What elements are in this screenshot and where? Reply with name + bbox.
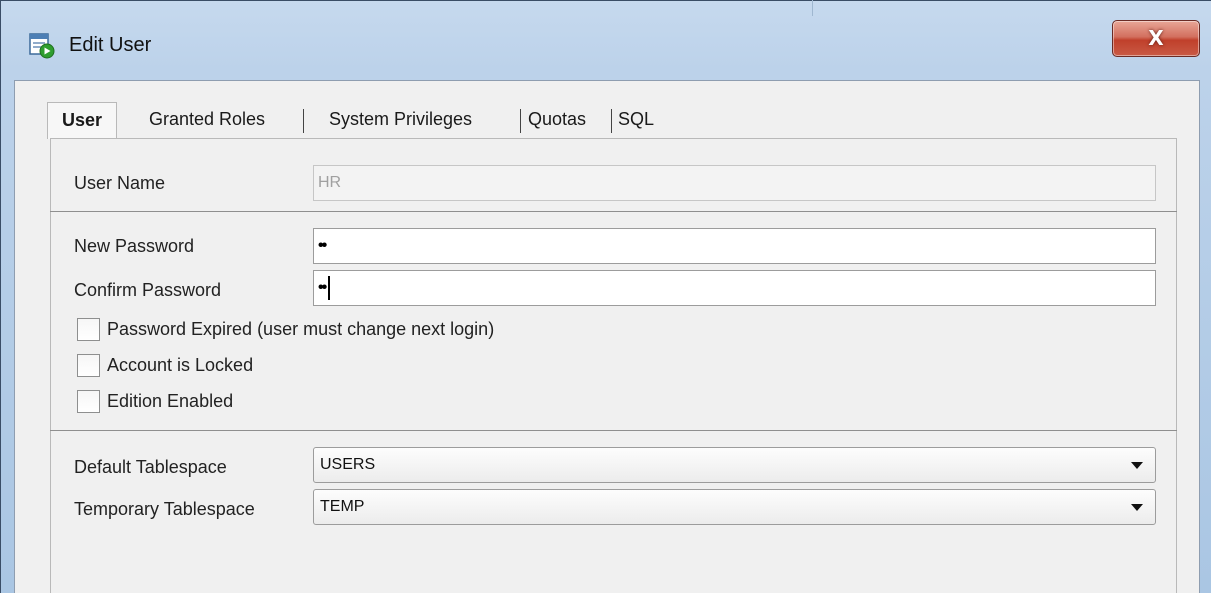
password-expired-checkbox[interactable] xyxy=(77,318,100,341)
window-title: Edit User xyxy=(69,34,152,56)
tab-user[interactable]: User xyxy=(47,102,118,139)
account-locked-checkbox[interactable] xyxy=(77,354,100,377)
default-tablespace-label: Default Tablespace xyxy=(74,457,227,477)
password-expired-label: Password Expired (user must change next … xyxy=(107,319,495,339)
user-name-field: HR xyxy=(313,165,1156,201)
section-divider xyxy=(50,211,1177,212)
tab-divider xyxy=(303,109,304,133)
text-cursor xyxy=(328,275,331,300)
close-button[interactable]: X xyxy=(1112,20,1200,57)
confirm-password-field[interactable]: •• xyxy=(313,270,1156,306)
user-name-label: User Name xyxy=(74,173,166,193)
close-icon: X xyxy=(1148,26,1164,50)
new-password-label: New Password xyxy=(74,236,195,256)
tab-system-privileges[interactable]: System Privileges xyxy=(329,102,472,139)
dialog-window: Edit User X User Granted Roles System Pr… xyxy=(0,0,1211,593)
tab-sql[interactable]: SQL xyxy=(618,102,654,139)
edition-enabled-label: Edition Enabled xyxy=(107,391,234,411)
new-password-value: •• xyxy=(318,237,327,254)
default-tablespace-dropdown[interactable]: USERS xyxy=(313,447,1156,483)
default-tablespace-value: USERS xyxy=(320,456,376,473)
edition-enabled-checkbox[interactable] xyxy=(77,390,100,413)
tab-divider xyxy=(520,109,521,133)
dropdown-arrow-icon xyxy=(1131,462,1143,469)
confirm-password-value: •• xyxy=(318,279,327,296)
tab-granted-roles[interactable]: Granted Roles xyxy=(149,102,265,139)
temporary-tablespace-label: Temporary Tablespace xyxy=(74,499,255,519)
user-name-value: HR xyxy=(318,174,342,191)
account-locked-label: Account is Locked xyxy=(107,355,254,375)
temporary-tablespace-value: TEMP xyxy=(320,498,365,515)
confirm-password-label: Confirm Password xyxy=(74,280,222,300)
edit-user-icon xyxy=(29,33,55,59)
section-divider xyxy=(50,430,1177,431)
title-bar-divider xyxy=(812,0,813,16)
new-password-field[interactable]: •• xyxy=(313,228,1156,264)
dropdown-arrow-icon xyxy=(1131,504,1143,511)
temporary-tablespace-dropdown[interactable]: TEMP xyxy=(313,489,1156,525)
tab-divider xyxy=(611,109,612,133)
tab-quotas[interactable]: Quotas xyxy=(528,102,586,139)
